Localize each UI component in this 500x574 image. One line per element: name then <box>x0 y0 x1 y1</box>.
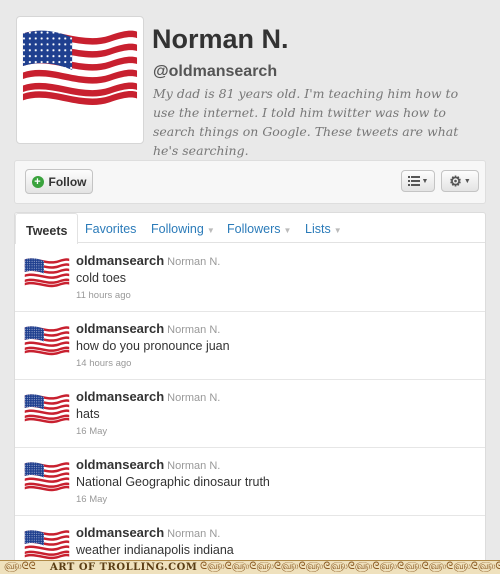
tweet-author[interactable]: oldmansearch Norman N. <box>76 525 220 540</box>
tweet-text: cold toes <box>76 271 127 285</box>
swirl-ornament: ௵ᘓᘓ <box>4 561 36 572</box>
list-icon <box>407 176 420 186</box>
profile-name: Norman N. <box>152 24 289 54</box>
list-menu-button[interactable]: ▼ <box>401 170 435 192</box>
profile-avatar <box>16 16 144 144</box>
american-flag-image <box>21 21 139 111</box>
follow-button[interactable]: + Follow <box>25 169 93 194</box>
tweet-username: oldmansearch <box>76 525 165 540</box>
tweet-username: oldmansearch <box>76 389 165 404</box>
follow-label: Follow <box>48 174 87 189</box>
tweet-text: hats <box>76 407 100 421</box>
tweet-username: oldmansearch <box>76 457 165 472</box>
tweet-author[interactable]: oldmansearch Norman N. <box>76 389 220 404</box>
swirl-ornament: ᘓ௵ᘓ௵ᘓ௵ᘓ௵ᘓ௵ᘓ௵ᘓ௵ᘓ௵ᘓ௵ᘓ௵ᘓ௵ᘓ௵ᘓ௵ <box>200 561 500 572</box>
tweet-item[interactable]: oldmansearch Norman N. hats 16 May <box>15 380 485 448</box>
settings-button[interactable]: ⚙ ▼ <box>441 170 479 192</box>
profile-bio: My dad is 81 years old. I'm teaching him… <box>153 86 459 158</box>
twitter-profile-page: Norman N. @oldmansearch My dad is 81 yea… <box>0 0 500 574</box>
watermark-text: ART OF TROLLING.COM <box>50 562 198 573</box>
profile-header: Norman N. @oldmansearch My dad is 81 yea… <box>14 8 500 158</box>
plus-icon: + <box>31 175 44 188</box>
tweet-fullname: Norman N. <box>167 460 221 472</box>
tweet-avatar[interactable] <box>24 254 70 290</box>
tweet-timestamp[interactable]: 14 hours ago <box>76 358 131 369</box>
tweet-avatar[interactable] <box>24 390 70 426</box>
gear-icon: ⚙ <box>449 172 462 189</box>
tab-label: Favorites <box>85 222 137 236</box>
tab-lists[interactable]: Lists ▼ <box>305 222 342 236</box>
tab-label: Tweets <box>26 224 68 238</box>
tweet-author[interactable]: oldmansearch Norman N. <box>76 321 220 336</box>
tweet-fullname: Norman N. <box>167 392 221 404</box>
chevron-down-icon: ▼ <box>421 177 429 185</box>
timeline-panel: Tweets Favorites Following ▼ Followers ▼ L… <box>14 212 486 574</box>
tweet-username: oldmansearch <box>76 253 165 268</box>
tweet-avatar[interactable] <box>24 526 70 562</box>
profile-action-bar: + Follow ▼ ⚙ ▼ <box>14 160 486 204</box>
tab-label: Lists <box>305 222 331 236</box>
tab-tweets[interactable]: Tweets <box>15 213 79 244</box>
tab-following[interactable]: Following ▼ <box>151 222 215 236</box>
tweet-text: how do you pronounce juan <box>76 339 230 353</box>
profile-handle[interactable]: @oldmansearch <box>153 63 277 81</box>
tweet-timestamp[interactable]: 11 hours ago <box>76 290 131 301</box>
tweet-username: oldmansearch <box>76 321 165 336</box>
tweet-item[interactable]: oldmansearch Norman N. cold toes 11 hours… <box>15 244 485 312</box>
tweet-text: National Geographic dinosaur truth <box>76 475 270 489</box>
chevron-down-icon: ▼ <box>206 226 215 235</box>
chevron-down-icon: ▼ <box>283 226 292 235</box>
tweet-item[interactable]: oldmansearch Norman N. National Geographi… <box>15 448 485 516</box>
tweet-timestamp[interactable]: 16 May <box>76 494 107 505</box>
tweet-fullname: Norman N. <box>167 324 221 336</box>
tweet-text: weather indianapolis indiana <box>76 543 234 557</box>
tweet-timestamp[interactable]: 16 May <box>76 426 107 437</box>
chevron-down-icon: ▼ <box>463 177 471 185</box>
tweet-author[interactable]: oldmansearch Norman N. <box>76 457 220 472</box>
tweet-avatar[interactable] <box>24 322 70 358</box>
tweet-item[interactable]: oldmansearch Norman N. how do you pronoun… <box>15 312 485 380</box>
tab-favorites[interactable]: Favorites <box>85 222 136 236</box>
chevron-down-icon: ▼ <box>333 226 342 235</box>
watermark-banner: ௵ᘓᘓ ART OF TROLLING.COM ᘓ௵ᘓ௵ᘓ௵ᘓ௵ᘓ௵ᘓ௵ᘓ௵ᘓ௵… <box>0 560 500 574</box>
tab-label: Followers <box>227 222 281 236</box>
tab-followers[interactable]: Followers ▼ <box>227 222 291 236</box>
tweet-fullname: Norman N. <box>167 528 221 540</box>
tab-label: Following <box>151 222 204 236</box>
profile-tabs: Tweets Favorites Following ▼ Followers ▼ L… <box>15 213 485 244</box>
tweet-avatar[interactable] <box>24 458 70 494</box>
tweet-fullname: Norman N. <box>167 256 221 268</box>
tweet-author[interactable]: oldmansearch Norman N. <box>76 253 220 268</box>
